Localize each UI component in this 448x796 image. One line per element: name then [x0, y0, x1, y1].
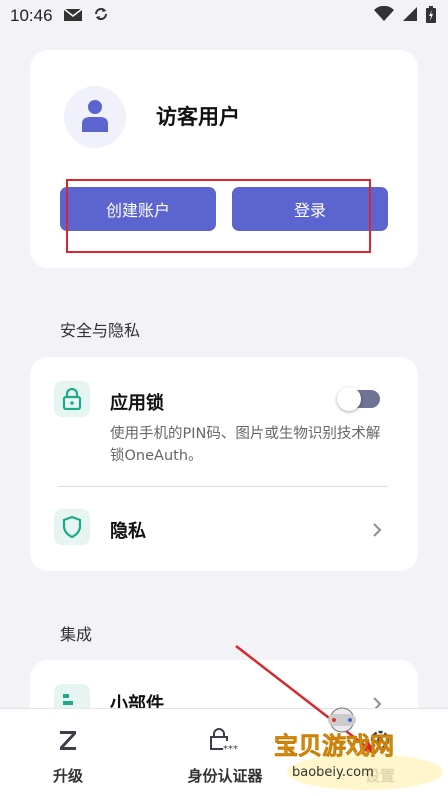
login-button[interactable]: 登录 [232, 187, 388, 231]
section-title-security: 安全与隐私 [60, 321, 141, 340]
sync-icon [93, 6, 109, 26]
tab-upgrade-label: 升级 [52, 767, 83, 785]
tab-settings[interactable]: 设置 [340, 709, 420, 796]
tab-settings-label: 设置 [364, 767, 395, 785]
status-bar: 10:46 [0, 0, 448, 32]
app-lock-title: 应用锁 [110, 393, 164, 414]
shield-icon [54, 509, 90, 545]
tab-authenticator-label: 身份认证器 [187, 767, 263, 785]
z-logo-icon [58, 725, 78, 755]
mail-icon [63, 7, 83, 26]
toggle-knob [337, 387, 361, 411]
chevron-right-icon [370, 522, 384, 537]
app-lock-toggle[interactable] [337, 387, 380, 411]
security-card: 应用锁 使用手机的PIN码、图片或生物识别技术解锁OneAuth。 隐私 [30, 357, 418, 571]
tab-upgrade[interactable]: 升级 [28, 709, 108, 796]
lock-password-icon: *** [209, 725, 241, 755]
wifi-icon [374, 5, 394, 26]
signal-icon [402, 6, 418, 26]
gear-icon [367, 725, 393, 755]
lock-icon [54, 381, 90, 417]
avatar [64, 86, 126, 148]
tab-authenticator[interactable]: *** 身份认证器 [170, 709, 280, 796]
battery-icon [426, 5, 436, 27]
bottom-nav: 升级 *** 身份认证器 设置 [0, 708, 448, 796]
divider [58, 486, 388, 487]
create-account-button[interactable]: 创建账户 [60, 187, 216, 231]
section-title-integration: 集成 [60, 625, 93, 644]
user-name: 访客用户 [156, 105, 240, 129]
user-icon [80, 98, 110, 136]
svg-text:***: *** [223, 744, 238, 753]
privacy-title: 隐私 [110, 521, 146, 542]
status-time: 10:46 [10, 6, 53, 25]
app-lock-description: 使用手机的PIN码、图片或生物识别技术解锁OneAuth。 [110, 426, 381, 464]
profile-card: 访客用户 创建账户 登录 [30, 50, 418, 268]
